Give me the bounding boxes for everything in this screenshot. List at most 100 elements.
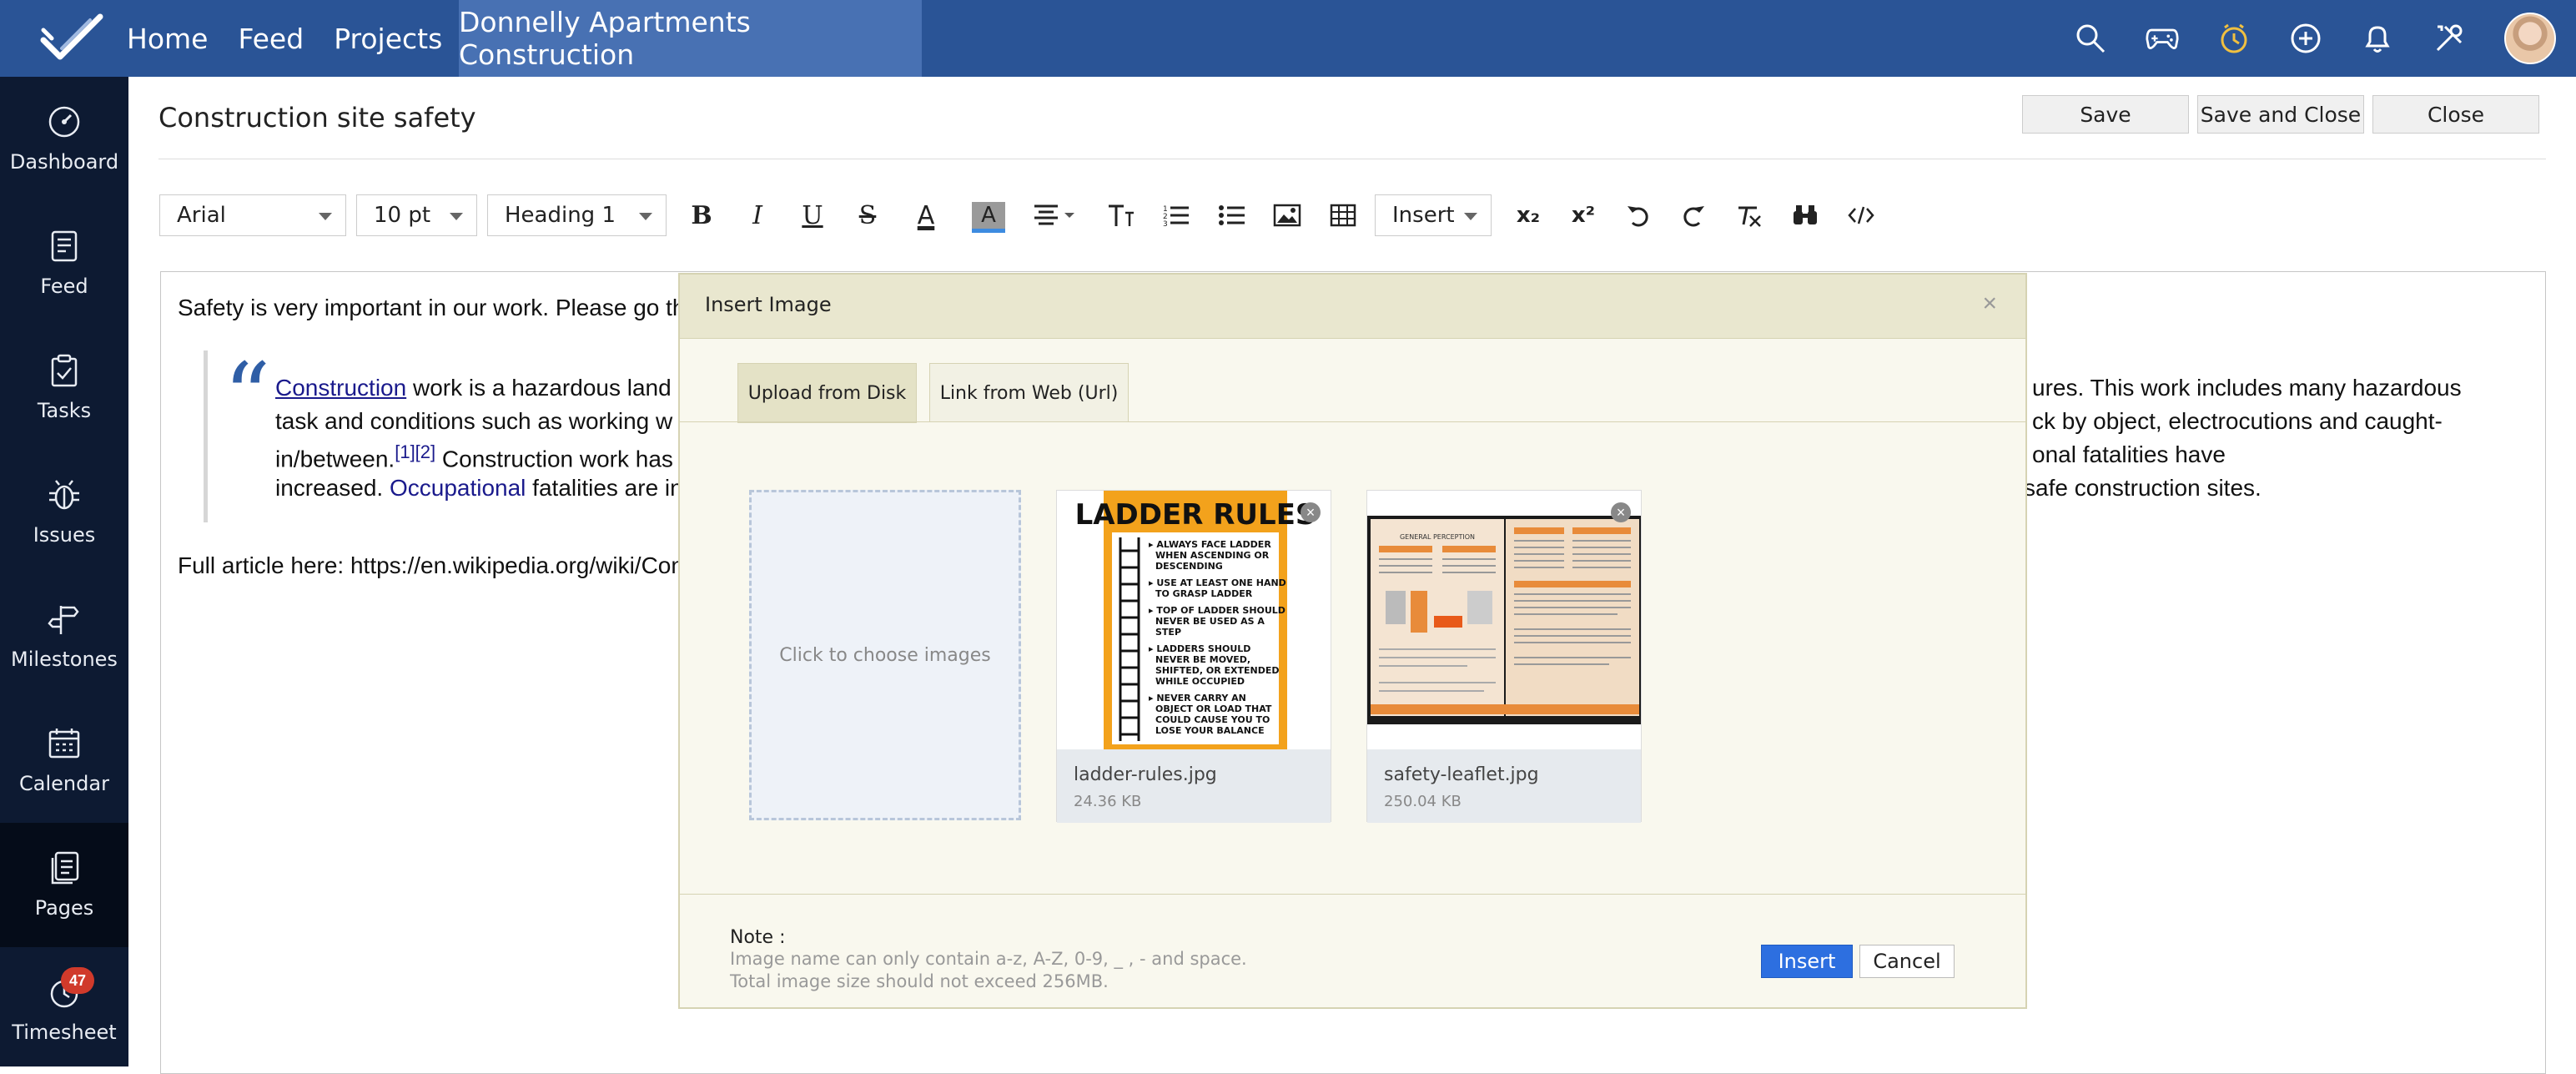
sidebar-label: Issues [33, 523, 96, 547]
superscript-button[interactable]: x² [1567, 199, 1600, 232]
image-icon [1273, 204, 1301, 227]
svg-text:▸ NEVER CARRY AN: ▸ NEVER CARRY AN [1149, 693, 1246, 703]
sidebar-item-timesheet[interactable]: 47 Timesheet [0, 947, 128, 1071]
nav-projects[interactable]: Projects [334, 23, 442, 55]
strikethrough-button[interactable]: S [851, 199, 884, 232]
image-filesize: 250.04 KB [1384, 793, 1462, 810]
code-icon [1848, 206, 1874, 224]
bell-icon[interactable] [2361, 22, 2394, 55]
svg-text:NEVER BE USED AS A: NEVER BE USED AS A [1155, 616, 1265, 627]
clear-format-button[interactable] [1733, 199, 1766, 232]
cancel-button[interactable]: Cancel [1859, 945, 1955, 978]
sidebar-item-pages[interactable]: Pages [0, 823, 128, 947]
gamepad-icon[interactable] [2146, 22, 2179, 55]
top-bar: Home Feed Projects Donnelly Apartments C… [0, 0, 2576, 77]
sidebar-item-tasks[interactable]: Tasks [0, 325, 128, 450]
app-logo-icon[interactable] [38, 12, 105, 65]
insert-image-button[interactable] [1270, 199, 1304, 232]
avatar[interactable] [2504, 13, 2556, 64]
insert-button[interactable]: Insert [1761, 945, 1853, 978]
italic-button[interactable]: I [741, 199, 774, 232]
quote-line-1: Construction work is a hazardous land [275, 375, 672, 401]
svg-text:▸ USE AT LEAST ONE HAND: ▸ USE AT LEAST ONE HAND [1149, 577, 1286, 588]
add-icon[interactable] [2289, 22, 2322, 55]
sidebar-item-dashboard[interactable]: Dashboard [0, 77, 128, 201]
svg-text:DESCENDING: DESCENDING [1155, 561, 1223, 572]
divider [680, 421, 2025, 422]
svg-text:NEVER BE MOVED,: NEVER BE MOVED, [1155, 654, 1250, 665]
redo-icon [1683, 206, 1704, 227]
quote-line-2-end: ck by object, electrocutions and caught- [2032, 408, 2443, 434]
font-family-select[interactable]: Arial [159, 194, 346, 236]
note-line: Image name can only contain a-z, A-Z, 0-… [730, 949, 1247, 969]
underline-button[interactable]: U [796, 199, 829, 232]
dialog-title: Insert Image [705, 293, 832, 316]
quote-line-4-end: safe construction sites. [2024, 475, 2262, 501]
sidebar: Dashboard Feed Tasks Issues Milestones C… [0, 77, 128, 1066]
find-button[interactable] [1789, 199, 1822, 232]
text-size-button[interactable] [1104, 199, 1138, 232]
image-card-info: ladder-rules.jpg 24.36 KB [1057, 749, 1331, 823]
tab-link-from-web[interactable]: Link from Web (Url) [929, 363, 1129, 422]
sidebar-item-feed[interactable]: Feed [0, 201, 128, 325]
project-tab[interactable]: Donnelly Apartments Construction [459, 0, 922, 77]
sidebar-label: Timesheet [12, 1021, 117, 1044]
image-card-info: safety-leaflet.jpg 250.04 KB [1367, 749, 1641, 823]
construction-link[interactable]: Construction [275, 375, 406, 401]
top-nav: Home Feed Projects [127, 0, 472, 77]
close-icon[interactable]: × [1982, 290, 1997, 318]
svg-text:WHEN ASCENDING OR: WHEN ASCENDING OR [1155, 550, 1270, 561]
subscript-button[interactable]: x₂ [1512, 199, 1545, 232]
highlight-color-button[interactable]: A [972, 202, 1005, 233]
ordered-list-icon: 123 [1163, 205, 1189, 228]
sidebar-item-issues[interactable]: Issues [0, 450, 128, 574]
bullet-list-button[interactable] [1215, 199, 1249, 232]
image-card[interactable]: LADDER RULES ▸ ALWAYS FACE LADDER WHEN A… [1056, 490, 1331, 823]
bold-button[interactable]: B [685, 199, 718, 232]
search-icon[interactable] [2074, 22, 2107, 55]
note-title: Note : [730, 927, 786, 948]
leaflet-heading: GENERAL PERCEPTION [1400, 533, 1475, 541]
svg-text:WHILE OCCUPIED: WHILE OCCUPIED [1155, 676, 1245, 687]
source-code-button[interactable] [1844, 199, 1878, 232]
tab-upload-from-disk[interactable]: Upload from Disk [737, 363, 917, 423]
close-button[interactable]: Close [2372, 95, 2539, 134]
remove-image-icon[interactable]: × [1611, 502, 1631, 522]
quote-line-3: in/between.[1][2] Construction work has [275, 441, 673, 472]
svg-text:3: 3 [1163, 220, 1168, 228]
image-card[interactable]: GENERAL PERCEPTION × safety-leaflet.jpg … [1366, 490, 1642, 823]
remove-image-icon[interactable]: × [1301, 502, 1321, 522]
heading-select[interactable]: Heading 1 [487, 194, 667, 236]
redo-button[interactable] [1677, 199, 1710, 232]
quote-line-3-end: onal fatalities have [2032, 441, 2226, 467]
reference-link[interactable]: [1][2] [395, 441, 435, 462]
align-button[interactable] [1029, 199, 1079, 232]
sidebar-item-calendar[interactable]: Calendar [0, 698, 128, 823]
font-color-button[interactable]: A [909, 199, 943, 232]
pages-icon [51, 851, 79, 885]
save-button[interactable]: Save [2022, 95, 2189, 134]
svg-text:▸ LADDERS SHOULD: ▸ LADDERS SHOULD [1149, 643, 1250, 654]
table-icon [1330, 204, 1356, 227]
svg-text:LOSE YOUR BALANCE: LOSE YOUR BALANCE [1155, 725, 1265, 736]
ordered-list-button[interactable]: 123 [1160, 199, 1193, 232]
tools-icon[interactable] [2433, 22, 2466, 55]
bug-icon [49, 480, 79, 510]
sidebar-label: Calendar [19, 772, 109, 795]
nav-home[interactable]: Home [127, 23, 208, 55]
quote-line-2: task and conditions such as working w [275, 408, 673, 434]
insert-dropdown[interactable]: Insert [1375, 194, 1492, 236]
timer-icon[interactable] [2217, 22, 2251, 55]
image-dropzone[interactable]: Click to choose images [749, 490, 1021, 820]
sidebar-item-milestones[interactable]: Milestones [0, 574, 128, 698]
milestone-icon [48, 606, 79, 634]
occupational-link[interactable]: Occupational [390, 475, 526, 501]
svg-text:▸ ALWAYS FACE LADDER: ▸ ALWAYS FACE LADDER [1149, 539, 1271, 550]
dashboard-icon [48, 106, 80, 138]
save-and-close-button[interactable]: Save and Close [2197, 95, 2364, 134]
nav-feed[interactable]: Feed [238, 23, 304, 55]
insert-table-button[interactable] [1326, 199, 1360, 232]
dialog-header: Insert Image × [680, 275, 2025, 339]
font-size-select[interactable]: 10 pt [356, 194, 477, 236]
undo-button[interactable] [1622, 199, 1655, 232]
